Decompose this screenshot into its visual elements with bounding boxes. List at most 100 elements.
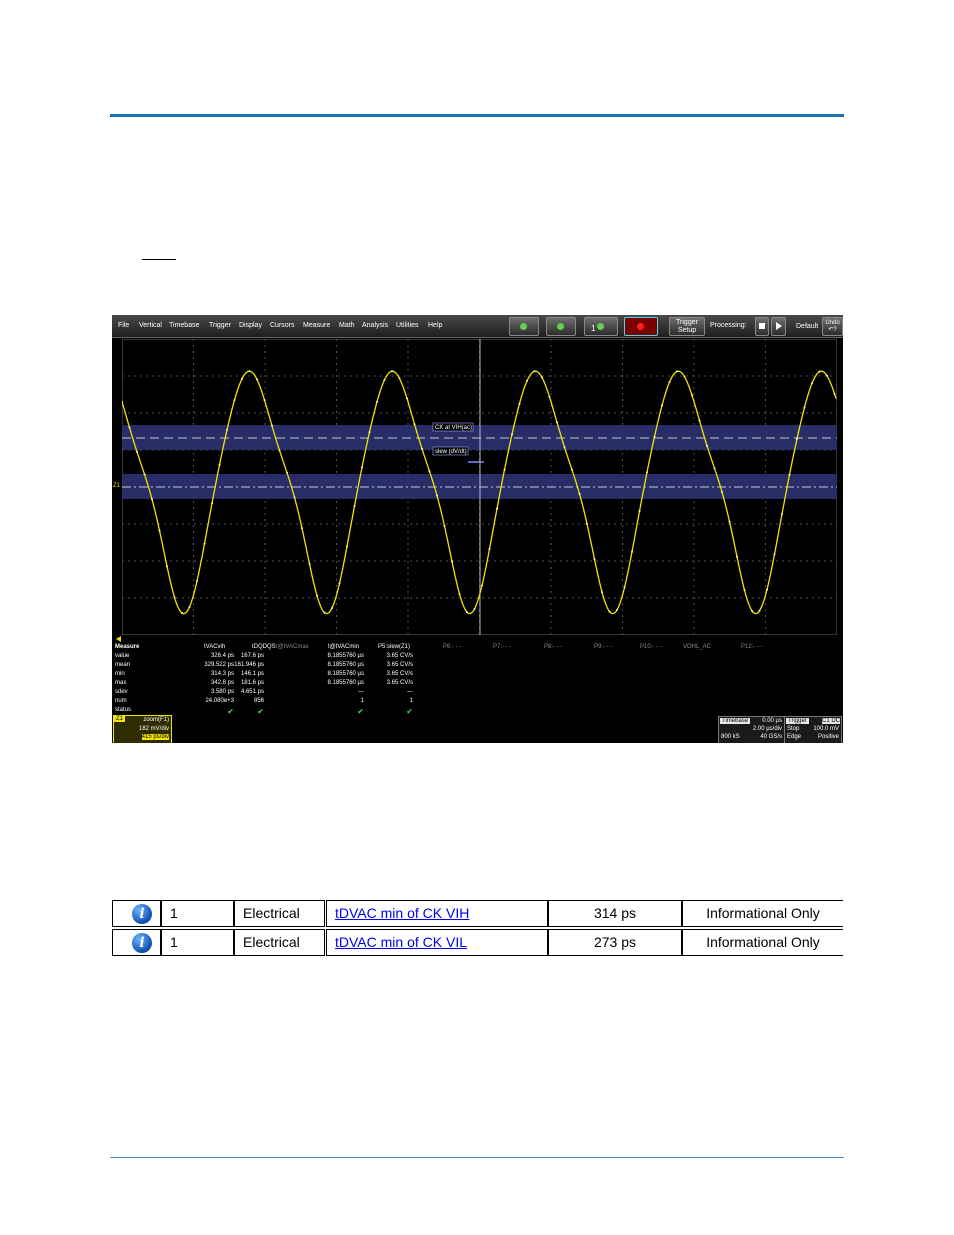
trace-sample-point	[601, 591, 603, 594]
menu-cursors[interactable]: Cursors	[270, 322, 295, 329]
trace-sample-point	[436, 494, 438, 497]
result-value: 273 ps	[548, 929, 682, 956]
trace-sample-point	[518, 402, 521, 405]
timebase-scale: 2.00 µs/div	[752, 726, 782, 732]
table-row: i 1 Electrical tDVAC min of CK VIL 273 p…	[112, 929, 844, 956]
menu-vertical[interactable]: Vertical	[139, 322, 162, 329]
trace-sample-point	[608, 610, 611, 613]
measure-col-2[interactable]: tDQDQS	[252, 644, 276, 650]
measure-col-9[interactable]: P9:- - -	[594, 644, 612, 650]
zoom-badge[interactable]: Z1 zoom(F1) 182 mV/div 415 ps/div	[113, 715, 172, 743]
result-test-link[interactable]: tDVAC min of CK VIL	[335, 934, 467, 950]
trace-sample-point	[818, 370, 821, 373]
info-icon[interactable]: i	[132, 904, 152, 924]
timebase-samples: 800 kS	[721, 734, 740, 740]
menu-timebase[interactable]: Timebase	[169, 322, 199, 329]
measure-col-7[interactable]: P7:- - -	[493, 644, 511, 650]
single-button[interactable]	[546, 317, 576, 336]
measure-col-11[interactable]: VOHL_AC	[683, 644, 711, 650]
result-value: 314 ps	[548, 900, 682, 927]
trace-sample-point	[413, 423, 416, 426]
measure-col-4[interactable]: t@tVACmin	[328, 644, 359, 650]
trace-sample-point	[826, 374, 828, 377]
timebase-panel[interactable]: Timebase 0.00 µs 2.00 µs/div 800 kS 40 G…	[718, 716, 785, 743]
stop-button[interactable]	[624, 317, 658, 336]
waveform-grid: CK at VIH(ac) slew (dV/dt)	[122, 339, 837, 635]
trace-sample-point	[218, 463, 221, 466]
measure-label-sdev: sdev	[115, 689, 128, 695]
measure-c4-num: 1	[360, 698, 364, 704]
trace-sample-point	[458, 593, 461, 595]
trace-sample-point	[578, 492, 581, 495]
zoom-title: zoom(F1)	[143, 717, 169, 723]
menu-file[interactable]: File	[118, 322, 129, 329]
info-icon[interactable]: i	[132, 933, 152, 953]
measure-col-3[interactable]: t@tVACmax	[276, 644, 309, 650]
trace-sample-point	[196, 580, 198, 583]
measure-col-1[interactable]: tVACvih	[204, 644, 225, 650]
menu-display[interactable]: Display	[239, 322, 262, 329]
measure-col-5[interactable]: P5:slew(Z1)	[378, 644, 410, 650]
measure-col-10[interactable]: P10:- - -	[640, 644, 662, 650]
header-rule	[110, 114, 844, 117]
trace-sample-point	[496, 507, 498, 510]
menu-help[interactable]: Help	[428, 322, 442, 329]
measure-col-6[interactable]: P6:- - -	[443, 644, 461, 650]
trace-sample-point	[623, 586, 626, 589]
trace-sample-point	[766, 588, 768, 591]
trigger-setup-label-1: Trigger	[676, 319, 698, 326]
result-status: Informational Only	[682, 900, 843, 927]
trace-sample-point	[811, 382, 813, 385]
processing-play-button[interactable]	[771, 317, 786, 336]
measure-col-12[interactable]: P12:- - -	[741, 644, 763, 650]
trigger-setup-button[interactable]: Trigger Setup	[669, 317, 705, 336]
default-button[interactable]: Default	[796, 323, 818, 331]
trace-sample-point	[653, 435, 656, 438]
trace-sample-point	[233, 399, 236, 401]
menu-math[interactable]: Math	[339, 322, 355, 329]
trace-sample-point	[128, 426, 131, 429]
annotation-slew: slew (dV/dt)	[435, 449, 467, 455]
measure-c1-sdev: 3.580 ps	[210, 689, 234, 695]
trace-sample-point	[571, 468, 573, 471]
trace-sample-point	[466, 611, 468, 614]
normal-button[interactable]: 1	[584, 317, 618, 336]
undo-button[interactable]: Undo ↶?	[822, 317, 843, 336]
trace-sample-point	[293, 496, 296, 499]
trace-sample-point	[203, 542, 206, 545]
trace-sample-point	[383, 378, 386, 381]
measure-c4-value: 8.1855760 µs	[327, 653, 365, 659]
trace-sample-point	[173, 596, 176, 599]
trace-sample-point	[211, 502, 213, 505]
result-category: Electrical	[234, 900, 325, 927]
trigger-slope: Positive	[817, 734, 839, 740]
trace-sample-point	[616, 608, 618, 611]
trace-sample-point	[548, 395, 551, 398]
trace-sample-point	[428, 470, 431, 473]
measure-label-min: min	[115, 671, 125, 677]
trigger-panel[interactable]: Trigger C1 DC Stop 100.0 mV Edge Positiv…	[784, 716, 842, 743]
trace-sample-point	[758, 609, 761, 612]
icon-cell: i	[112, 900, 161, 927]
result-test-link[interactable]: tDVAC min of CK VIH	[335, 905, 469, 921]
play-icon	[776, 322, 782, 330]
measure-label-max: max	[115, 680, 127, 686]
measure-c5-max: 3.65 CV/s	[386, 680, 413, 686]
trace-sample-point	[586, 522, 588, 525]
measure-c5-value: 3.65 CV/s	[386, 653, 413, 659]
note-underline	[142, 247, 176, 260]
trace-sample-point	[286, 471, 288, 474]
processing-stop-button[interactable]	[755, 317, 769, 336]
auto-setup-button[interactable]	[509, 317, 539, 336]
trace-sample-point	[241, 377, 243, 380]
stop-icon	[637, 322, 644, 330]
menu-analysis[interactable]: Analysis	[362, 322, 388, 329]
trigger-setup-label-2: Setup	[677, 327, 697, 334]
menu-utilities[interactable]: Utilities	[396, 322, 419, 329]
channel-number: 1	[591, 324, 596, 333]
table-row: i 1 Electrical tDVAC min of CK VIH 314 p…	[112, 900, 844, 927]
menu-measure[interactable]: Measure	[303, 322, 330, 329]
measure-col-8[interactable]: P8:- - -	[544, 644, 562, 650]
menu-trigger[interactable]: Trigger	[209, 322, 231, 329]
trace-sample-point	[271, 424, 273, 427]
